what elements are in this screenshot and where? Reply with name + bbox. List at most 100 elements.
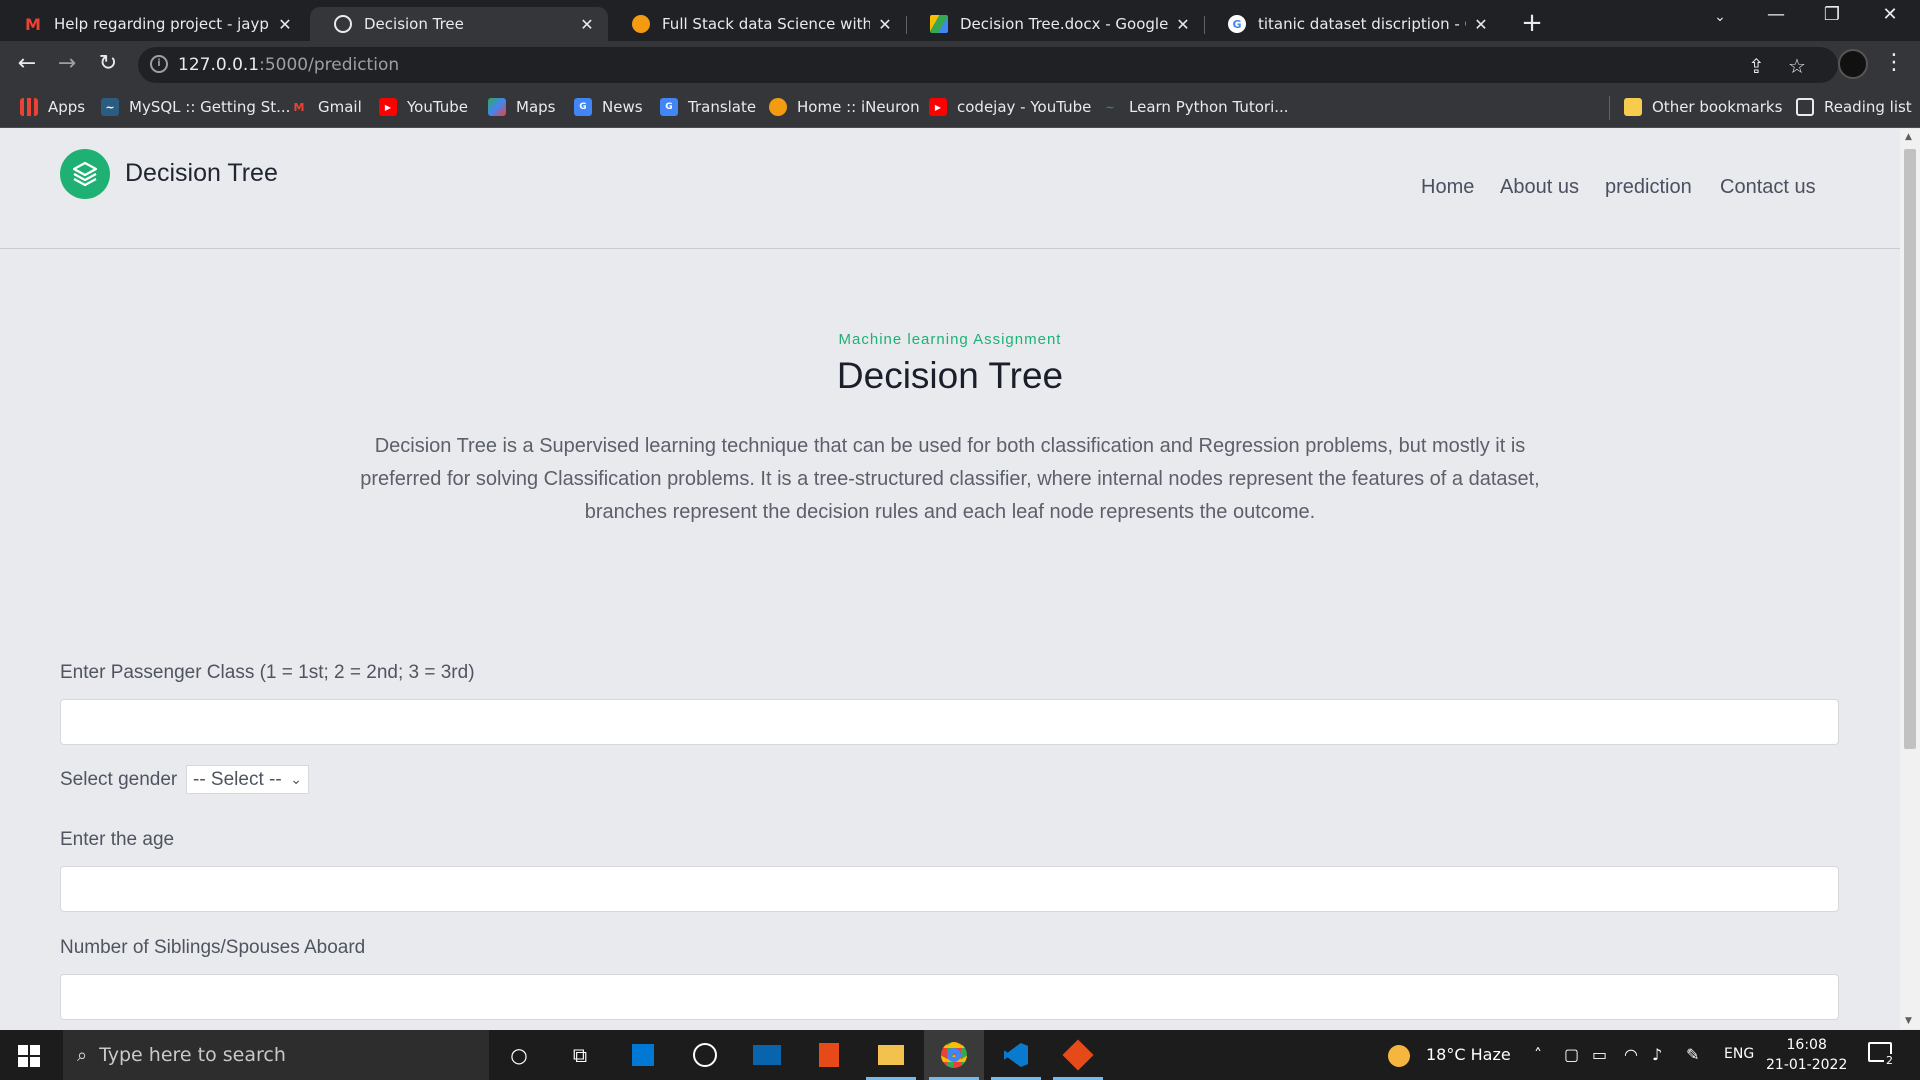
nav-home[interactable]: Home bbox=[1421, 176, 1474, 199]
new-tab-button[interactable]: + bbox=[1517, 8, 1547, 38]
volume-icon[interactable]: ♪ bbox=[1652, 1045, 1662, 1064]
tab-google-drive[interactable]: Decision Tree.docx - Google Drive ✕ bbox=[906, 7, 1204, 41]
wifi-icon[interactable]: ◠ bbox=[1624, 1045, 1638, 1064]
system-clock[interactable]: 16:08 21-01-2022 bbox=[1766, 1035, 1847, 1075]
reload-icon[interactable]: ↻ bbox=[93, 51, 123, 76]
reading-list[interactable]: Reading list bbox=[1796, 98, 1912, 116]
section-kicker: Machine learning Assignment bbox=[838, 331, 1062, 348]
git-gui-icon[interactable] bbox=[1053, 1039, 1103, 1080]
clock-date: 21-01-2022 bbox=[1766, 1057, 1848, 1073]
dell-icon[interactable] bbox=[688, 1039, 722, 1071]
bookmark-translate[interactable]: G Translate bbox=[660, 98, 756, 116]
reading-list-label: Reading list bbox=[1824, 98, 1912, 116]
vscode-icon[interactable] bbox=[991, 1039, 1041, 1080]
tab-title: Decision Tree bbox=[364, 15, 464, 33]
windows-taskbar: ⌕ Type here to search ○ ⧉ 18°C Haze ˄ ▢ … bbox=[0, 1030, 1920, 1080]
maps-icon bbox=[488, 98, 506, 116]
gender-select[interactable]: -- Select -- ⌄ bbox=[186, 765, 309, 794]
tab-full-stack[interactable]: Full Stack data Science with 1 yea ✕ bbox=[608, 7, 906, 41]
chrome-icon[interactable] bbox=[929, 1039, 979, 1080]
apps-grid-icon bbox=[20, 98, 38, 116]
tab-google-search[interactable]: G titanic dataset discription - Goog ✕ bbox=[1204, 7, 1502, 41]
file-explorer-icon[interactable] bbox=[866, 1039, 916, 1080]
bookmark-apps[interactable]: Apps bbox=[20, 98, 85, 116]
bookmark-news[interactable]: G News bbox=[574, 98, 643, 116]
sibsp-label: Number of Siblings/Spouses Aboard bbox=[60, 937, 366, 958]
page-scrollbar[interactable]: ▲ ▼ bbox=[1900, 129, 1920, 1029]
taskbar-search-box[interactable]: ⌕ Type here to search bbox=[63, 1030, 489, 1080]
minimize-button[interactable]: — bbox=[1756, 4, 1796, 25]
site-header: Decision Tree Home About us prediction C… bbox=[0, 129, 1900, 249]
weather-icon[interactable] bbox=[1388, 1045, 1410, 1071]
task-view-icon[interactable]: ⧉ bbox=[563, 1039, 597, 1071]
site-info-icon[interactable]: i bbox=[150, 55, 168, 73]
close-window-button[interactable]: ✕ bbox=[1870, 4, 1910, 25]
microsoft-store-icon[interactable] bbox=[626, 1039, 660, 1071]
bookmark-gmail[interactable]: M Gmail bbox=[290, 98, 362, 116]
scrollbar-thumb[interactable] bbox=[1904, 149, 1916, 749]
address-bar[interactable]: i 127.0.0.1:5000/prediction ⇪ ☆ bbox=[138, 47, 1838, 83]
close-tab-icon[interactable]: ✕ bbox=[578, 15, 596, 34]
bookmark-other[interactable]: Other bookmarks bbox=[1624, 98, 1782, 116]
pen-icon[interactable]: ✎ bbox=[1686, 1045, 1699, 1064]
tab-search-chevron-icon[interactable]: ⌄ bbox=[1700, 9, 1740, 25]
bookmark-label: Apps bbox=[48, 98, 86, 116]
close-tab-icon[interactable]: ✕ bbox=[1174, 15, 1192, 34]
battery-icon[interactable]: ▭ bbox=[1592, 1045, 1607, 1064]
google-drive-icon bbox=[930, 15, 948, 33]
weather-text[interactable]: 18°C Haze bbox=[1426, 1045, 1511, 1064]
reading-list-icon bbox=[1796, 98, 1814, 116]
bookmark-maps[interactable]: Maps bbox=[488, 98, 555, 116]
more-menu-icon[interactable]: ⋮ bbox=[1883, 50, 1905, 75]
bookmark-star-icon[interactable]: ☆ bbox=[1788, 54, 1806, 78]
folder-icon bbox=[1624, 98, 1642, 116]
bookmark-youtube[interactable]: ▶ YouTube bbox=[379, 98, 468, 116]
page-content: Decision Tree Home About us prediction C… bbox=[0, 129, 1900, 1029]
close-tab-icon[interactable]: ✕ bbox=[1472, 15, 1490, 34]
notification-center-icon[interactable]: 2 bbox=[1868, 1042, 1895, 1067]
tab-decision-tree[interactable]: Decision Tree ✕ bbox=[310, 7, 608, 41]
page-description: Decision Tree is a Supervised learning t… bbox=[360, 435, 1540, 523]
tab-title: titanic dataset discription - Goog bbox=[1258, 15, 1466, 33]
scroll-up-icon[interactable]: ▲ bbox=[1905, 132, 1912, 142]
nav-contact-us[interactable]: Contact us bbox=[1720, 176, 1816, 199]
close-tab-icon[interactable]: ✕ bbox=[876, 15, 894, 34]
url-text: 127.0.0.1:5000/prediction bbox=[178, 55, 399, 75]
bookmark-mysql[interactable]: ~ MySQL :: Getting St... bbox=[101, 98, 290, 116]
tab-title: Decision Tree.docx - Google Drive bbox=[960, 15, 1168, 33]
bookmark-ineuron[interactable]: Home :: iNeuron bbox=[769, 98, 920, 116]
bookmark-label: Home :: iNeuron bbox=[797, 98, 920, 116]
tab-title: Full Stack data Science with 1 yea bbox=[662, 15, 870, 33]
tab-gmail[interactable]: M Help regarding project - jaypr20... ✕ bbox=[0, 7, 306, 41]
chevron-down-icon: ⌄ bbox=[290, 771, 302, 787]
gender-selected-value: -- Select -- bbox=[193, 768, 282, 790]
stack-layers-logo-icon[interactable] bbox=[60, 149, 110, 199]
back-arrow-icon[interactable]: ← bbox=[12, 51, 42, 76]
mail-icon[interactable] bbox=[750, 1039, 784, 1071]
close-tab-icon[interactable]: ✕ bbox=[276, 15, 294, 34]
device-icon[interactable]: ▢ bbox=[1564, 1045, 1579, 1064]
site-brand[interactable]: Decision Tree bbox=[125, 159, 278, 188]
restore-button[interactable]: ❐ bbox=[1812, 4, 1852, 25]
forward-arrow-icon[interactable]: → bbox=[52, 51, 82, 76]
gmail-icon: M bbox=[293, 100, 305, 114]
windows-start-icon[interactable] bbox=[18, 1045, 40, 1067]
age-input[interactable] bbox=[60, 866, 1839, 912]
scroll-down-icon[interactable]: ▼ bbox=[1905, 1016, 1912, 1026]
office-icon[interactable] bbox=[812, 1039, 846, 1071]
share-icon[interactable]: ⇪ bbox=[1748, 54, 1765, 78]
pclass-input[interactable] bbox=[60, 699, 1839, 745]
bookmark-label: Learn Python Tutori... bbox=[1129, 98, 1289, 116]
clock-time: 16:08 bbox=[1786, 1037, 1827, 1053]
bookmark-codejay[interactable]: ▶ codejay - YouTube bbox=[929, 98, 1091, 116]
bookmark-learn-python[interactable]: ~ Learn Python Tutori... bbox=[1101, 98, 1289, 116]
show-hidden-icons-chevron-icon[interactable]: ˄ bbox=[1534, 1045, 1542, 1064]
cortana-icon[interactable]: ○ bbox=[502, 1039, 536, 1071]
profile-avatar[interactable] bbox=[1838, 49, 1868, 79]
sibsp-input[interactable] bbox=[60, 974, 1839, 1020]
ineuron-icon bbox=[632, 15, 650, 33]
news-icon: G bbox=[574, 98, 592, 116]
nav-prediction[interactable]: prediction bbox=[1605, 176, 1692, 199]
language-indicator[interactable]: ENG bbox=[1724, 1046, 1754, 1062]
nav-about-us[interactable]: About us bbox=[1500, 176, 1579, 199]
